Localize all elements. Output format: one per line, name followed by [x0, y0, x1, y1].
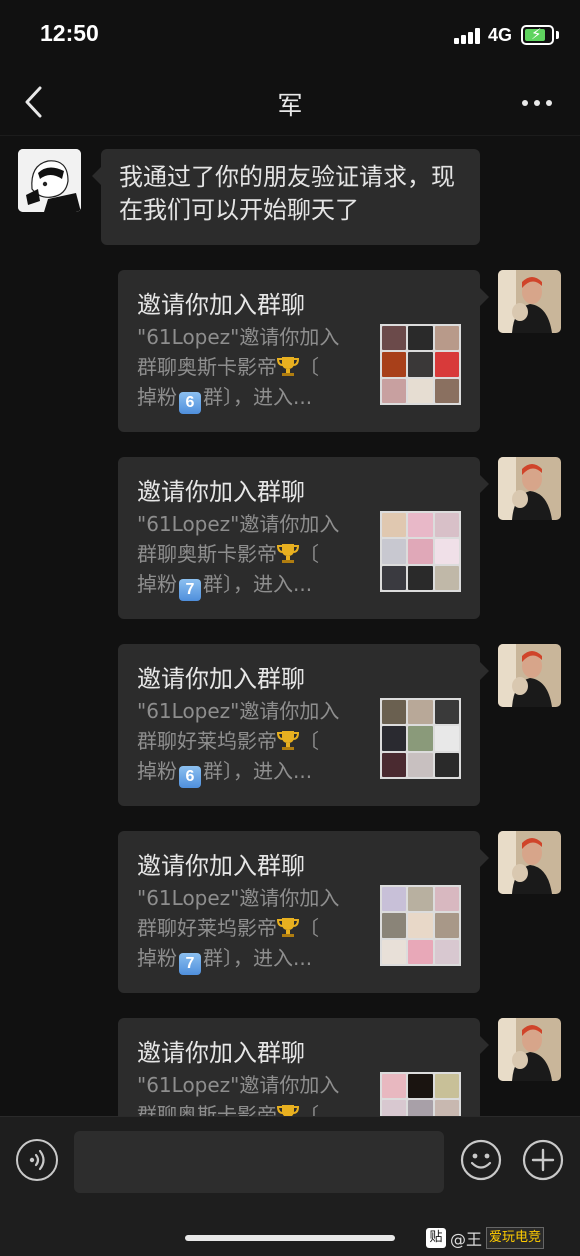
- message-input[interactable]: [74, 1131, 444, 1193]
- battery-cap: [556, 31, 559, 39]
- voice-icon[interactable]: [16, 1139, 58, 1181]
- card-desc-line3-post: 群〕，进入...: [203, 759, 313, 783]
- card-desc-line2: 群聊奥斯卡影帝: [137, 542, 277, 566]
- card-desc-line3-pre: 掉粉: [137, 572, 177, 596]
- chat-title: 军: [277, 91, 303, 120]
- card-desc-line2-tail: 〔: [299, 1103, 319, 1116]
- card-desc-line1: "61Lopez"邀请你加入: [137, 325, 340, 349]
- card-title: 邀请你加入群聊: [137, 1039, 305, 1067]
- card-desc-line1: "61Lopez"邀请你加入: [137, 1073, 340, 1097]
- my-avatar[interactable]: [498, 1018, 561, 1081]
- status-bar: 12:50 4G ⚡: [0, 0, 580, 70]
- card-title: 邀请你加入群聊: [137, 665, 305, 693]
- number-badge: 6: [179, 766, 201, 788]
- group-invite-card[interactable]: 邀请你加入群聊 "61Lopez"邀请你加入 群聊奥斯卡影帝〔 掉粉 7 群〕，进入…: [118, 457, 489, 619]
- emoji-icon[interactable]: [460, 1139, 502, 1181]
- home-indicator: [185, 1235, 395, 1241]
- card-desc-line3-pre: 掉粉: [137, 759, 177, 783]
- group-avatar-grid: [380, 885, 461, 966]
- more-icon[interactable]: [520, 95, 554, 109]
- group-invite-card[interactable]: 邀请你加入群聊 "61Lopez"邀请你加入 群聊奥斯卡影帝 〔: [118, 1018, 489, 1116]
- network-type: 4G: [488, 25, 513, 45]
- card-desc-line2: 群聊奥斯卡影帝: [137, 1103, 277, 1116]
- group-invite-card[interactable]: 邀请你加入群聊 "61Lopez"邀请你加入 群聊奥斯卡影帝〔 掉粉 6 群〕，进入…: [118, 270, 489, 432]
- card-desc-line3-pre: 掉粉: [137, 946, 177, 970]
- card-desc-line3-post: 群〕，进入...: [203, 946, 313, 970]
- my-avatar[interactable]: [498, 457, 561, 520]
- card-description: "61Lopez"邀请你加入 群聊奥斯卡影帝 〔: [137, 1070, 362, 1116]
- trophy-icon: [277, 1105, 299, 1116]
- card-desc-line2: 群聊好莱坞影帝: [137, 729, 277, 753]
- card-description: "61Lopez"邀请你加入 群聊奥斯卡影帝〔 掉粉 7 群〕，进入...: [137, 509, 362, 601]
- number-badge: 7: [179, 579, 201, 601]
- card-description: "61Lopez"邀请你加入 群聊好莱坞影帝〔 掉粉 6 群〕，进入...: [137, 696, 362, 788]
- my-avatar[interactable]: [498, 270, 561, 333]
- card-desc-line3-post: 群〕，进入...: [203, 385, 313, 409]
- watermark-text: @王: [450, 1230, 483, 1249]
- card-description: "61Lopez"邀请你加入 群聊好莱坞影帝〔 掉粉 7 群〕，进入...: [137, 883, 362, 975]
- card-desc-line1: "61Lopez"邀请你加入: [137, 886, 340, 910]
- number-badge: 6: [179, 392, 201, 414]
- plus-icon[interactable]: [522, 1139, 564, 1181]
- status-time: 12:50: [40, 20, 99, 46]
- card-description: "61Lopez"邀请你加入 群聊奥斯卡影帝〔 掉粉 6 群〕，进入...: [137, 322, 362, 414]
- system-message-bubble: 我通过了你的朋友验证请求，现在我们可以开始聊天了: [92, 149, 480, 245]
- my-avatar[interactable]: [498, 831, 561, 894]
- group-invite-card[interactable]: 邀请你加入群聊 "61Lopez"邀请你加入 群聊好莱坞影帝〔 掉粉 6 群〕，进入…: [118, 644, 489, 806]
- trophy-icon: [277, 918, 299, 937]
- nav-bar: 军: [0, 70, 580, 136]
- card-desc-line2-tail: 〔: [299, 355, 319, 379]
- card-desc-line2-tail: 〔: [299, 916, 319, 940]
- card-desc-line2: 群聊好莱坞影帝: [137, 916, 277, 940]
- group-avatar-grid: [380, 1072, 461, 1116]
- trophy-icon: [277, 731, 299, 750]
- group-invite-card[interactable]: 邀请你加入群聊 "61Lopez"邀请你加入 群聊好莱坞影帝〔 掉粉 7 群〕，进入…: [118, 831, 489, 993]
- battery-icon: ⚡: [521, 25, 554, 45]
- card-desc-line2: 群聊奥斯卡影帝: [137, 355, 277, 379]
- card-title: 邀请你加入群聊: [137, 852, 305, 880]
- group-avatar-grid: [380, 324, 461, 405]
- trophy-icon: [277, 357, 299, 376]
- signal-icon: [454, 28, 480, 44]
- card-desc-line3-pre: 掉粉: [137, 385, 177, 409]
- watermark-box: 贴: [426, 1228, 446, 1248]
- card-desc-line1: "61Lopez"邀请你加入: [137, 512, 340, 536]
- card-title: 邀请你加入群聊: [137, 478, 305, 506]
- card-desc-line1: "61Lopez"邀请你加入: [137, 699, 340, 723]
- chat-area[interactable]: 我通过了你的朋友验证请求，现在我们可以开始聊天了 邀请你加入群聊 "61Lope…: [0, 137, 580, 1116]
- card-desc-line2-tail: 〔: [299, 542, 319, 566]
- system-message-text: 我通过了你的朋友验证请求，现在我们可以开始聊天了: [119, 163, 455, 224]
- group-avatar-grid: [380, 511, 461, 592]
- trophy-icon: [277, 544, 299, 563]
- my-avatar[interactable]: [498, 644, 561, 707]
- group-avatar-grid: [380, 698, 461, 779]
- watermark: 贴 @王 爱玩电竞: [426, 1226, 545, 1250]
- card-desc-line3-post: 群〕，进入...: [203, 572, 313, 596]
- contact-avatar[interactable]: [18, 149, 81, 212]
- card-desc-line2-tail: 〔: [299, 729, 319, 753]
- watermark-logo: 爱玩电竞: [486, 1227, 545, 1249]
- number-badge: 7: [179, 953, 201, 975]
- card-title: 邀请你加入群聊: [137, 291, 305, 319]
